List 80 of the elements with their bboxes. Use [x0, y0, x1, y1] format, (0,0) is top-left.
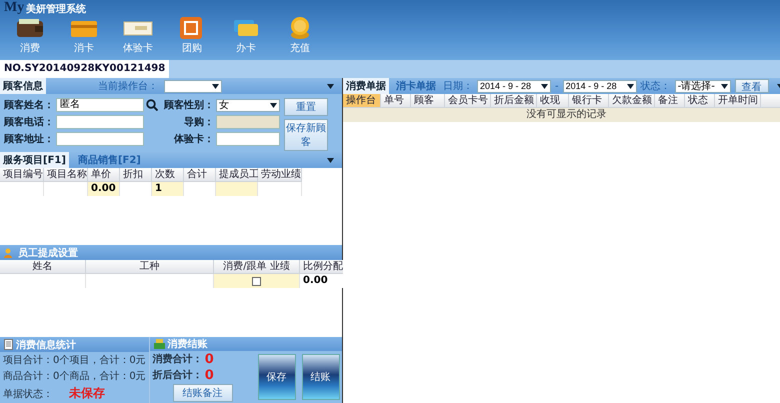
column-header[interactable]: 备注: [655, 94, 685, 108]
section-title: 消费信息统计: [16, 338, 76, 352]
field-label: 体验卡：: [172, 132, 214, 146]
field-label: 顾客电话：: [3, 115, 54, 129]
status-select[interactable]: -请选择-: [674, 80, 731, 92]
gender-select[interactable]: 女: [216, 98, 280, 112]
column-header: 项目编号: [0, 168, 44, 182]
column-header[interactable]: 银行卡: [569, 94, 609, 108]
column-header: 消费/跟单 业绩: [214, 260, 300, 274]
collapse-caret-icon: [327, 84, 334, 88]
document-icon: [4, 339, 13, 350]
wallet-icon: [15, 16, 45, 40]
search-icon[interactable]: [146, 99, 158, 111]
caret-icon: [212, 84, 219, 88]
text-field[interactable]: 匿名: [56, 98, 144, 112]
column-header: 合计: [184, 168, 216, 182]
column-header: 劳动业绩: [258, 168, 302, 182]
field-label: 顾客性别：: [163, 98, 214, 112]
date-field[interactable]: 2014 - 9 - 28: [477, 80, 551, 92]
action-button[interactable]: 保存: [258, 354, 296, 400]
empty-message: 没有可显示的记录: [343, 108, 780, 122]
text-field[interactable]: [56, 132, 144, 146]
order-number-field[interactable]: NO.SY20140928KY00121498: [0, 60, 170, 78]
column-header: 单价: [88, 168, 120, 182]
discounted-value: 0: [204, 368, 214, 383]
checkout-note-button[interactable]: 结账备注: [172, 384, 233, 402]
column-header: 次数: [152, 168, 184, 182]
people-icon: [4, 248, 15, 258]
column-header: 提成员工: [216, 168, 258, 182]
stat-text: 商品合计：0个商品，合计：0元: [3, 370, 146, 383]
operator-select[interactable]: [164, 80, 222, 92]
stat-text: 项目合计：0个项目，合计：0元: [3, 354, 146, 367]
section-title: 员工提成设置: [18, 246, 78, 260]
total-label: 消费合计：: [152, 352, 203, 366]
field-label: 顾客地址：: [3, 132, 54, 146]
discounted-label: 折后合计：: [152, 368, 203, 382]
caret-icon: [270, 102, 277, 108]
operator-label: 当前操作台：: [98, 80, 158, 93]
view-button[interactable]: 查看: [734, 79, 769, 93]
caret-icon: [720, 84, 728, 88]
field-label: 导购：: [183, 116, 214, 129]
date-separator: -: [555, 80, 559, 92]
app-logo: My: [4, 0, 24, 16]
text-field[interactable]: [56, 115, 144, 129]
app-title: 美妍管理系统: [26, 2, 86, 16]
column-header[interactable]: 收现: [537, 94, 569, 108]
date-label: 日期：: [443, 80, 473, 93]
form-button[interactable]: 保存新顾客: [284, 119, 328, 151]
status-label: 状态：: [640, 80, 671, 93]
status-value: 未保存: [69, 385, 105, 402]
column-header[interactable]: 单号: [381, 94, 411, 108]
caret-icon: [626, 84, 634, 88]
table-cell: 1: [152, 182, 184, 196]
item-tab[interactable]: 服务项目[F1]: [0, 152, 69, 168]
date-field[interactable]: 2014 - 9 - 28: [562, 80, 637, 92]
action-button[interactable]: 结账: [302, 354, 340, 400]
field-label: 顾客姓名：: [3, 98, 54, 112]
customer-info-tab[interactable]: 顾客信息: [0, 78, 46, 94]
status-label: 单据状态：: [3, 388, 53, 400]
column-header[interactable]: 折后金额: [491, 94, 537, 108]
column-header[interactable]: 状态: [685, 94, 715, 108]
checkbox[interactable]: [252, 276, 261, 286]
form-button[interactable]: 重置: [284, 98, 328, 116]
column-header[interactable]: 顾客: [411, 94, 445, 108]
column-header[interactable]: 欠款金额: [609, 94, 655, 108]
collapse-caret-icon: [327, 158, 334, 162]
column-header[interactable]: 操作台: [343, 94, 381, 108]
column-header: 折扣: [120, 168, 152, 182]
register-icon: [154, 339, 165, 349]
column-header: 姓名: [0, 260, 86, 274]
column-header: 项目名称: [44, 168, 88, 182]
column-header[interactable]: 开单时间: [715, 94, 761, 108]
column-header[interactable]: 会员卡号: [445, 94, 491, 108]
section-title: 消费结账: [168, 338, 208, 351]
text-field[interactable]: [216, 132, 280, 146]
column-header: 工种: [86, 260, 214, 274]
total-value: 0: [204, 352, 214, 367]
table-cell: 0.00: [88, 182, 120, 196]
caret-icon: [541, 84, 548, 88]
receipt-tab[interactable]: 消费单据: [343, 78, 389, 94]
